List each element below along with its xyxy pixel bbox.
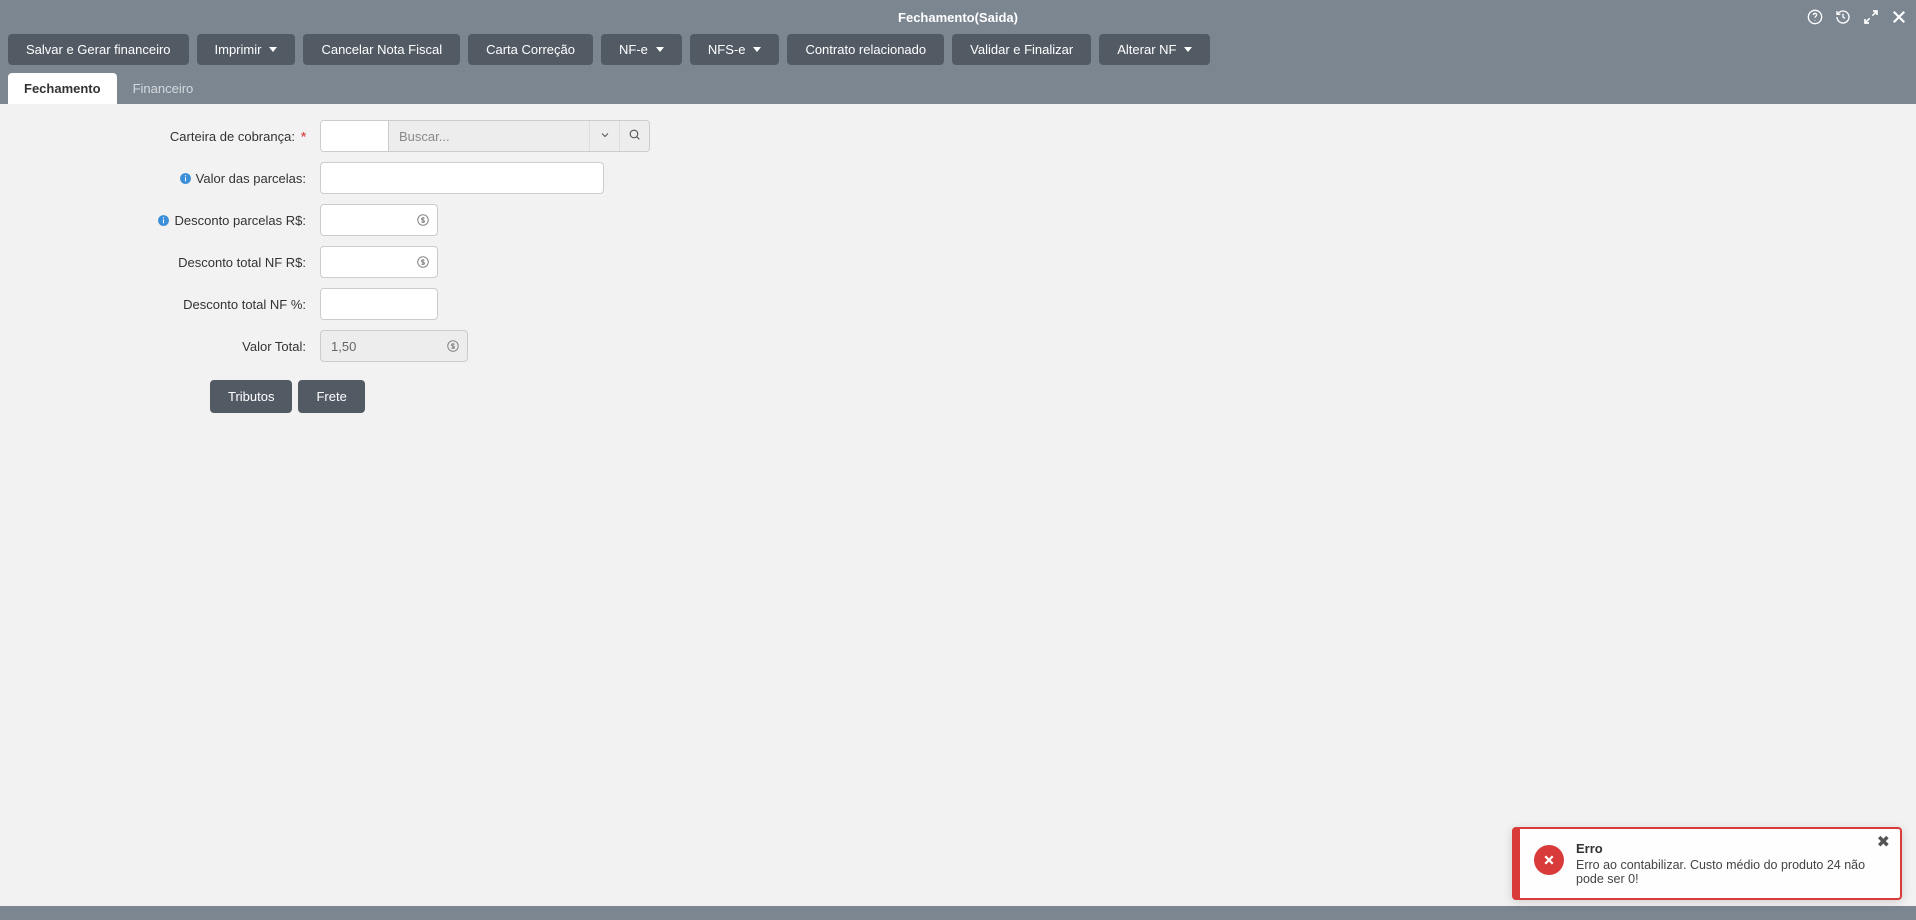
- contrato-relacionado-button[interactable]: Contrato relacionado: [787, 34, 944, 65]
- carteira-code-input[interactable]: [321, 121, 389, 151]
- info-icon: [157, 214, 170, 227]
- cancelar-nf-button[interactable]: Cancelar Nota Fiscal: [303, 34, 460, 65]
- valor-parcelas-input[interactable]: [320, 162, 604, 194]
- chevron-down-icon: [599, 129, 611, 144]
- alterar-nf-button[interactable]: Alterar NF: [1099, 34, 1210, 65]
- nfe-button[interactable]: NF-e: [601, 34, 682, 65]
- carta-correcao-button[interactable]: Carta Correção: [468, 34, 593, 65]
- search-icon: [628, 128, 641, 144]
- tabbar: Fechamento Financeiro: [0, 73, 1916, 104]
- tab-financeiro[interactable]: Financeiro: [117, 73, 210, 104]
- validar-finalizar-button[interactable]: Validar e Finalizar: [952, 34, 1091, 65]
- tributos-button[interactable]: Tributos: [210, 380, 292, 413]
- carteira-dropdown-button[interactable]: [589, 121, 619, 151]
- toolbar: Salvar e Gerar financeiro Imprimir Cance…: [0, 34, 1916, 73]
- valor-total-input: [320, 330, 468, 362]
- desconto-parcelas-input[interactable]: [320, 204, 438, 236]
- tab-content: Carteira de cobrança:*: [0, 104, 1916, 906]
- caret-down-icon: [1184, 47, 1192, 52]
- info-icon: [179, 172, 192, 185]
- error-toast: Erro Erro ao contabilizar. Custo médio d…: [1512, 827, 1902, 900]
- frete-button[interactable]: Frete: [298, 380, 364, 413]
- toast-message: Erro ao contabilizar. Custo médio do pro…: [1576, 858, 1868, 886]
- help-icon[interactable]: [1806, 8, 1824, 26]
- carteira-search-button[interactable]: [619, 121, 649, 151]
- caret-down-icon: [269, 47, 277, 52]
- desconto-total-nf-pct-input[interactable]: [320, 288, 438, 320]
- history-icon[interactable]: [1834, 8, 1852, 26]
- desconto-total-nf-pct-label: Desconto total NF %:: [20, 297, 320, 312]
- error-circle-icon: [1534, 845, 1564, 875]
- window-title: Fechamento(Saida): [898, 10, 1018, 25]
- expand-icon[interactable]: [1862, 8, 1880, 26]
- salvar-gerar-button[interactable]: Salvar e Gerar financeiro: [8, 34, 189, 65]
- valor-parcelas-label: Valor das parcelas:: [20, 171, 320, 186]
- close-icon: ✖: [1877, 834, 1890, 851]
- caret-down-icon: [656, 47, 664, 52]
- carteira-combo: [320, 120, 650, 152]
- desconto-total-nf-rs-input[interactable]: [320, 246, 438, 278]
- carteira-label: Carteira de cobrança:*: [20, 129, 320, 144]
- desconto-total-nf-rs-label: Desconto total NF R$:: [20, 255, 320, 270]
- window-footer: [0, 906, 1916, 920]
- nfse-button[interactable]: NFS-e: [690, 34, 780, 65]
- carteira-search-input[interactable]: [389, 121, 589, 151]
- imprimir-button[interactable]: Imprimir: [197, 34, 296, 65]
- required-star: *: [301, 129, 306, 144]
- desconto-parcelas-label: Desconto parcelas R$:: [20, 213, 320, 228]
- valor-total-label: Valor Total:: [20, 339, 320, 354]
- toast-title: Erro: [1576, 841, 1868, 856]
- caret-down-icon: [753, 47, 761, 52]
- tab-fechamento[interactable]: Fechamento: [8, 73, 117, 104]
- close-icon[interactable]: [1890, 8, 1908, 26]
- window-titlebar: Fechamento(Saida): [0, 0, 1916, 34]
- toast-close-button[interactable]: ✖: [1877, 835, 1890, 851]
